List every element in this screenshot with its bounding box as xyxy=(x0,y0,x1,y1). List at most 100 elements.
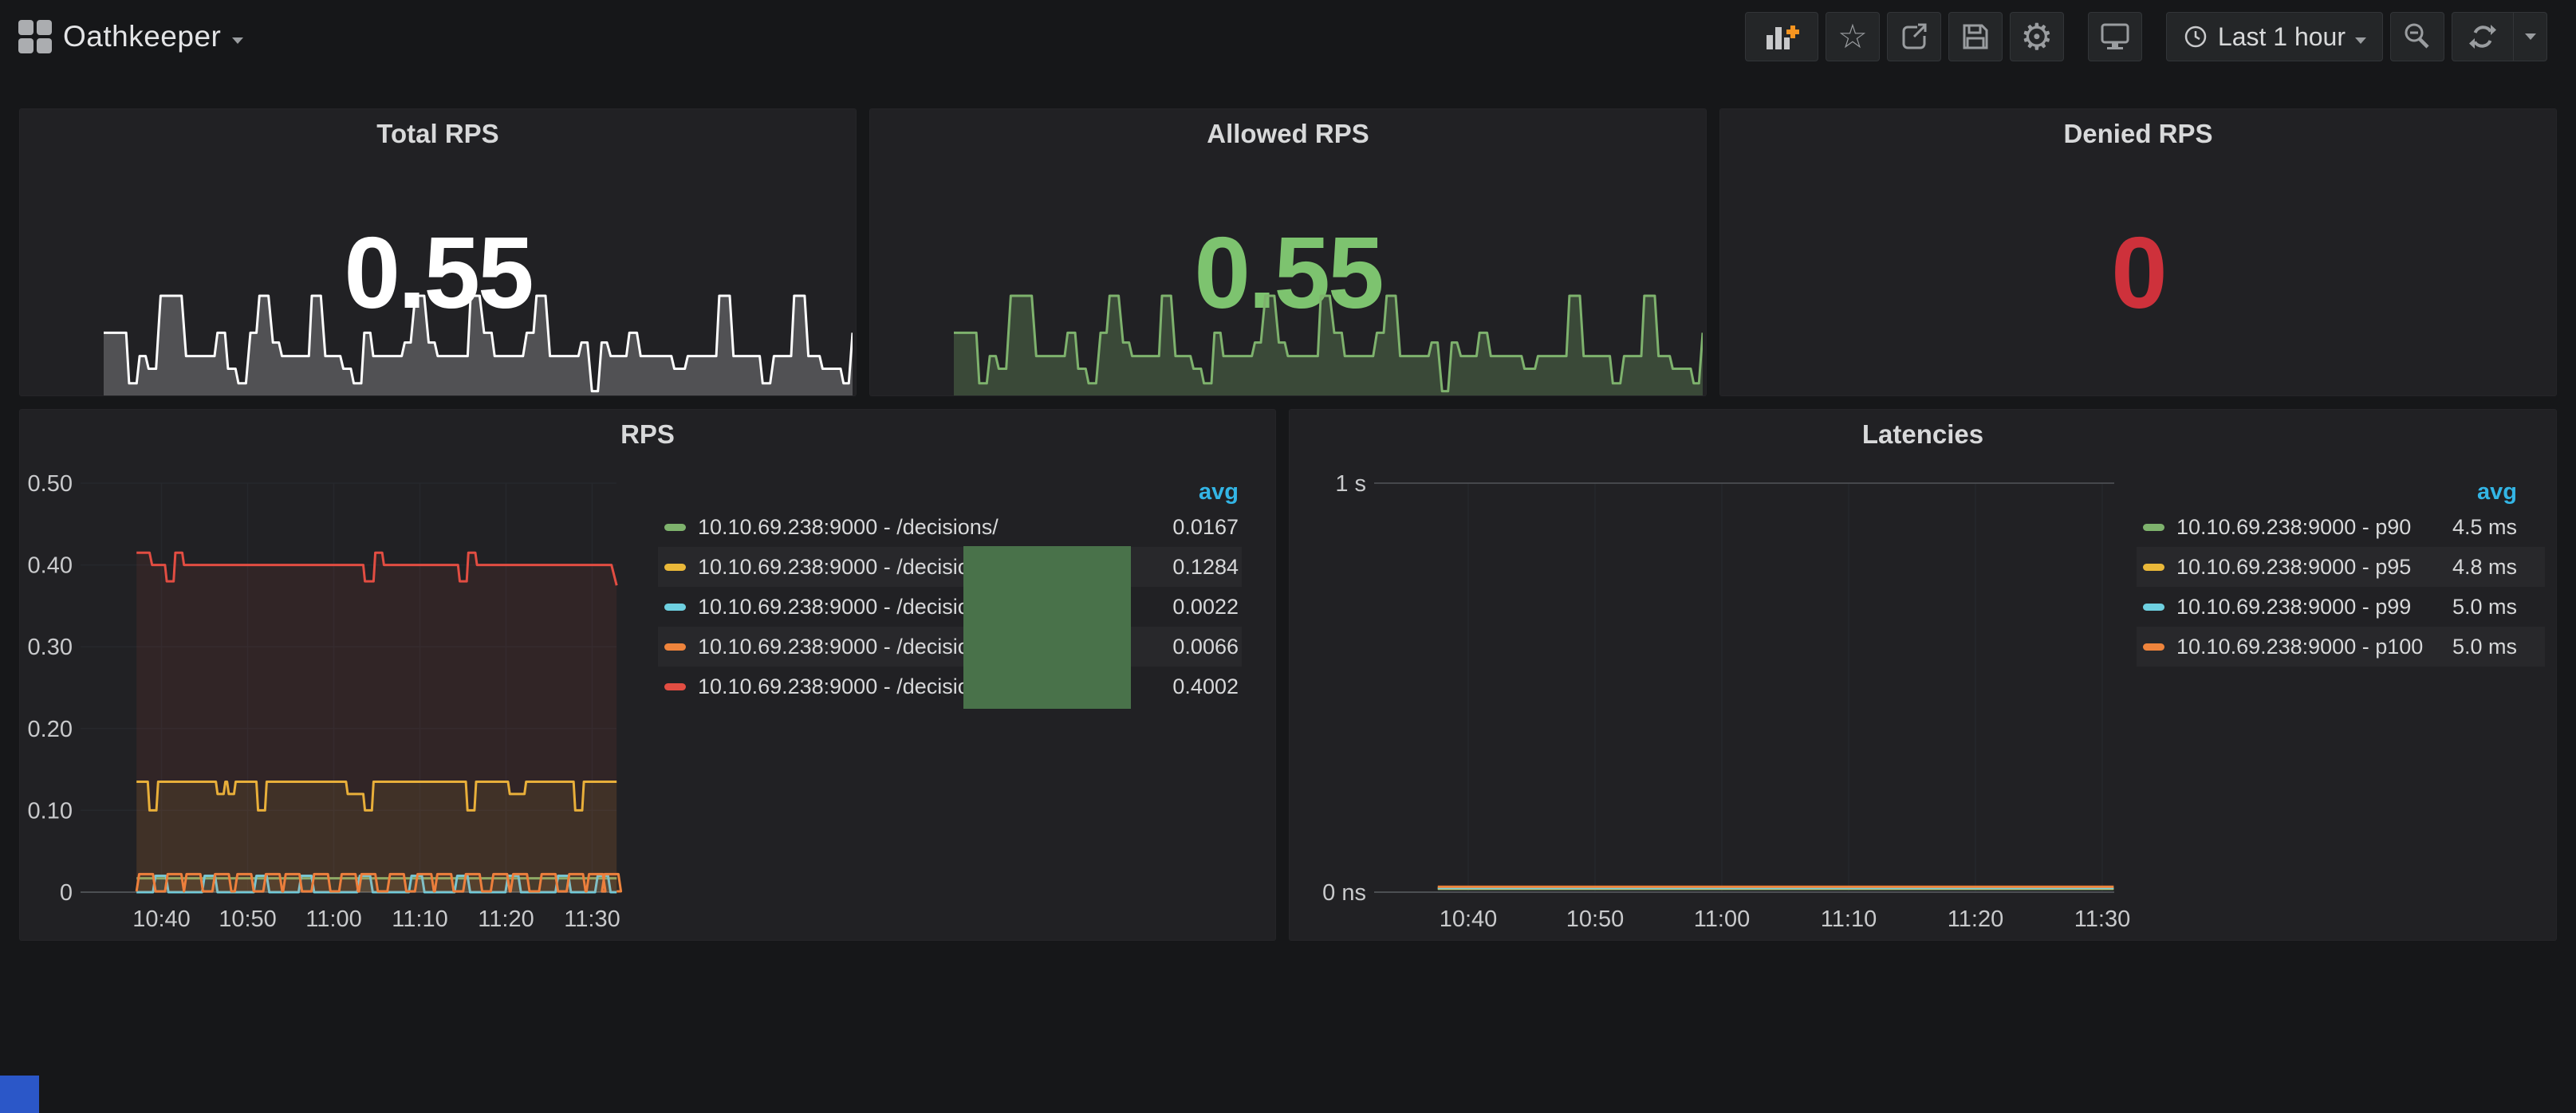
svg-text:0.10: 0.10 xyxy=(28,798,73,824)
time-range-label: Last 1 hour xyxy=(2218,22,2346,52)
dashboard-picker[interactable]: Oathkeeper xyxy=(18,20,243,53)
series-color-swatch xyxy=(2143,564,2164,571)
x-axis-ticks: 10:40 10:50 11:00 11:10 11:20 11:30 xyxy=(132,907,620,932)
blue-corner-square xyxy=(0,1076,39,1113)
svg-text:10:50: 10:50 xyxy=(219,907,277,932)
refresh-button-group xyxy=(2452,12,2547,61)
series-color-swatch xyxy=(664,524,686,531)
refresh-interval-dropdown[interactable] xyxy=(2513,13,2546,61)
share-icon xyxy=(1898,21,1930,53)
chevron-down-icon xyxy=(2525,33,2536,40)
series-color-swatch xyxy=(2143,524,2164,531)
allowed-rps-sparkline xyxy=(954,293,1703,395)
svg-text:0.20: 0.20 xyxy=(28,717,73,742)
gridlines xyxy=(1468,483,2102,892)
series-name: 10.10.69.238:9000 - p90 xyxy=(2176,515,2411,540)
series-name: 10.10.69.238:9000 - /decisions/ xyxy=(698,555,998,580)
total-rps-sparkline xyxy=(104,293,853,395)
latencies-legend: avg 10.10.69.238:9000 - p90 4.5 ms 10.10… xyxy=(2137,477,2545,667)
series-color-swatch xyxy=(2143,643,2164,651)
y-axis-ticks: 1 s 0 ns xyxy=(1322,471,1366,906)
svg-text:11:20: 11:20 xyxy=(1948,907,2003,932)
panel-title[interactable]: Allowed RPS xyxy=(870,119,1706,149)
series-name: 10.10.69.238:9000 - /decisions/ xyxy=(698,674,998,699)
svg-text:0.40: 0.40 xyxy=(28,553,73,579)
svg-text:10:40: 10:40 xyxy=(132,907,191,932)
series-avg-value: 0.4002 xyxy=(1172,674,1242,699)
zoom-out-icon xyxy=(2401,21,2433,53)
settings-button[interactable]: ⚙ xyxy=(2010,12,2064,61)
series-name: 10.10.69.238:9000 - /decisions/ xyxy=(698,515,998,540)
dashboard-header: Oathkeeper ☆ xyxy=(0,0,2576,73)
legend-row[interactable]: 10.10.69.238:9000 - p90 4.5 ms xyxy=(2137,507,2545,547)
svg-text:11:30: 11:30 xyxy=(564,907,620,932)
save-button[interactable] xyxy=(1948,12,2003,61)
chevron-down-icon xyxy=(232,37,243,44)
refresh-button[interactable] xyxy=(2452,13,2513,61)
x-axis-ticks: 10:40 10:50 11:00 11:10 11:20 11:30 xyxy=(1440,907,2131,932)
series-avg-value: 0.0167 xyxy=(1172,515,1242,540)
series-avg-value: 5.0 ms xyxy=(2452,635,2545,659)
svg-text:1 s: 1 s xyxy=(1335,471,1366,497)
legend-row[interactable]: 10.10.69.238:9000 - p99 5.0 ms xyxy=(2137,587,2545,627)
stat-value: 0 xyxy=(1720,222,2556,324)
panel-title[interactable]: Denied RPS xyxy=(1720,119,2556,149)
zoom-out-button[interactable] xyxy=(2390,12,2444,61)
svg-text:0.50: 0.50 xyxy=(28,471,73,497)
panel-denied-rps: Denied RPS 0 xyxy=(1719,108,2557,396)
refresh-icon xyxy=(2468,22,2498,52)
gear-icon: ⚙ xyxy=(2020,18,2053,55)
time-range-picker[interactable]: Last 1 hour xyxy=(2166,12,2383,61)
add-panel-icon xyxy=(1764,21,1799,53)
legend-row[interactable]: 10.10.69.238:9000 - p95 4.8 ms xyxy=(2137,547,2545,587)
panel-title[interactable]: Total RPS xyxy=(20,119,856,149)
svg-text:11:10: 11:10 xyxy=(392,907,447,932)
legend-row[interactable]: 10.10.69.238:9000 - /decisions/ 0.0022 xyxy=(658,587,1242,627)
series-avg-value: 5.0 ms xyxy=(2452,595,2545,619)
series-avg-value: 0.0066 xyxy=(1172,635,1242,659)
panel-total-rps: Total RPS 0.55 xyxy=(19,108,857,396)
cycle-view-mode-button[interactable] xyxy=(2088,12,2142,61)
svg-text:11:30: 11:30 xyxy=(2074,907,2130,932)
star-icon: ☆ xyxy=(1837,20,1868,53)
star-button[interactable]: ☆ xyxy=(1826,12,1880,61)
legend-row[interactable]: 10.10.69.238:9000 - p100 5.0 ms xyxy=(2137,627,2545,667)
latencies-series xyxy=(1438,887,2114,889)
rps-series xyxy=(136,553,620,892)
series-avg-value: 4.8 ms xyxy=(2452,555,2545,580)
toolbar: ☆ ⚙ xyxy=(1738,12,2547,61)
series-avg-value: 4.5 ms xyxy=(2452,515,2545,540)
series-avg-value: 0.1284 xyxy=(1172,555,1242,580)
series-name: 10.10.69.238:9000 - /decisions/ xyxy=(698,595,998,619)
svg-text:0 ns: 0 ns xyxy=(1322,880,1366,906)
svg-text:11:00: 11:00 xyxy=(1694,907,1750,932)
svg-text:10:40: 10:40 xyxy=(1440,907,1498,932)
y-axis-ticks: 0.50 0.40 0.30 0.20 0.10 0 xyxy=(28,471,73,906)
series-color-swatch xyxy=(664,643,686,651)
legend-row[interactable]: 10.10.69.238:9000 - /decisions/ 0.0167 xyxy=(658,507,1242,547)
add-panel-button[interactable] xyxy=(1745,12,1818,61)
panel-allowed-rps: Allowed RPS 0.55 xyxy=(869,108,1707,396)
legend-row[interactable]: 10.10.69.238:9000 - /decisions/ 0.1284 xyxy=(658,547,1242,587)
legend-row[interactable]: 10.10.69.238:9000 - /decisions/ 0.0066 xyxy=(658,627,1242,667)
series-name: 10.10.69.238:9000 - p95 xyxy=(2176,555,2411,580)
rps-legend: avg 10.10.69.238:9000 - /decisions/ 0.01… xyxy=(658,477,1242,706)
legend-row[interactable]: 10.10.69.238:9000 - /decisions/ 0.4002 xyxy=(658,667,1242,706)
dashboard-title: Oathkeeper xyxy=(63,20,221,53)
series-name: 10.10.69.238:9000 - p99 xyxy=(2176,595,2411,619)
svg-text:10:50: 10:50 xyxy=(1566,907,1625,932)
legend-avg-header[interactable]: avg xyxy=(2137,477,2545,507)
panel-latencies-graph: Latencies 1 s 0 ns 10:40 10:50 11:00 11:… xyxy=(1289,409,2557,941)
green-overlay-box xyxy=(963,546,1131,709)
series-color-swatch xyxy=(664,564,686,571)
legend-avg-header[interactable]: avg xyxy=(658,477,1242,507)
series-avg-value: 0.0022 xyxy=(1172,595,1242,619)
series-color-swatch xyxy=(2143,604,2164,611)
series-name: 10.10.69.238:9000 - p100 xyxy=(2176,635,2423,659)
share-button[interactable] xyxy=(1887,12,1941,61)
dashboard-grid-icon xyxy=(18,20,52,53)
chevron-down-icon xyxy=(2355,37,2366,44)
series-color-swatch xyxy=(664,604,686,611)
svg-text:11:00: 11:00 xyxy=(305,907,361,932)
save-icon xyxy=(1960,21,1991,53)
